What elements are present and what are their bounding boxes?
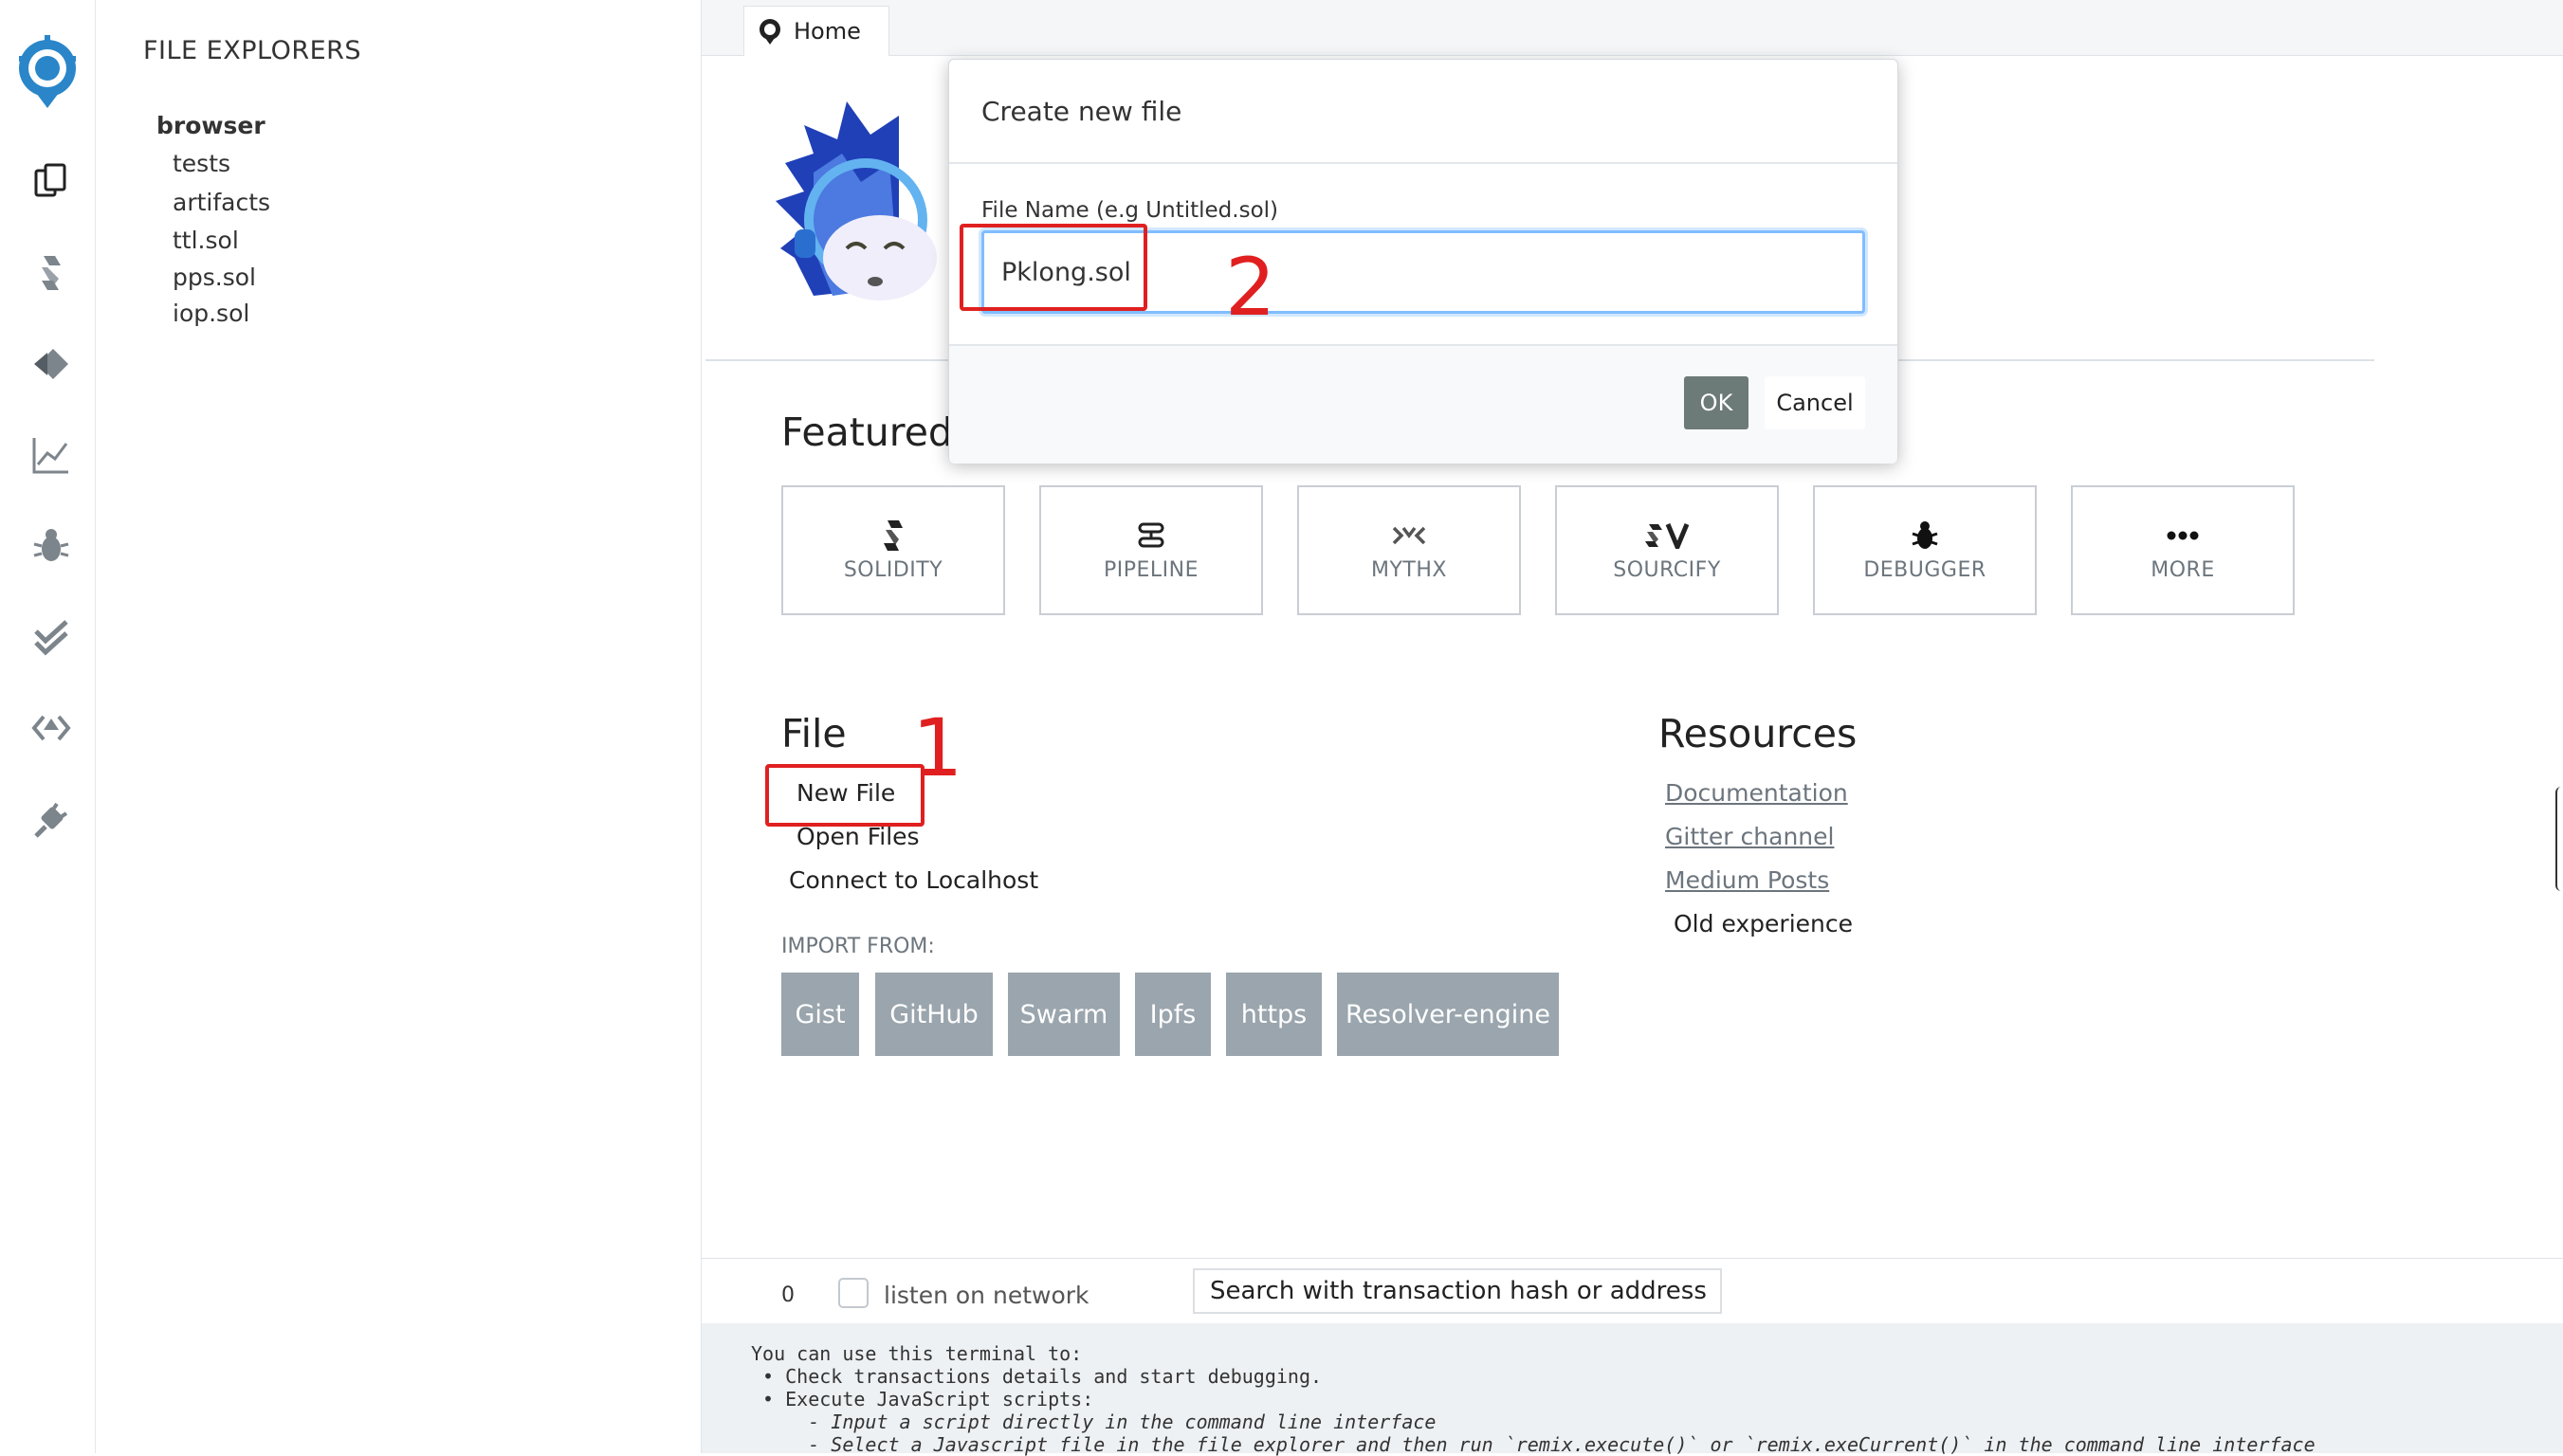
resources-title: Resources	[1658, 711, 1858, 756]
file-name-label: File Name (e.g Untitled.sol)	[981, 198, 1279, 223]
solidity-icon	[880, 519, 906, 553]
panel-resize-handle[interactable]	[2555, 787, 2561, 891]
file-explorer-panel: FILE EXPLORERS browser tests artifacts t…	[96, 0, 702, 1453]
remixd-connect-icon[interactable]	[27, 703, 76, 753]
plugin-card-sourcify[interactable]: SOURCIFY	[1555, 485, 1779, 615]
pipeline-icon	[1137, 519, 1165, 553]
import-github-button[interactable]: GitHub	[875, 973, 993, 1056]
documentation-link[interactable]: Documentation	[1665, 779, 1848, 807]
tab-bar	[702, 0, 2563, 56]
plugin-label: MORE	[2151, 558, 2215, 582]
ok-button[interactable]: OK	[1684, 376, 1748, 429]
plugin-card-pipeline[interactable]: PIPELINE	[1039, 485, 1263, 615]
plugin-label: MYTHX	[1371, 558, 1447, 582]
import-from-label: IMPORT FROM:	[781, 935, 935, 958]
annotation-step-2: 2	[1225, 241, 1276, 334]
tx-search-input[interactable]: Search with transaction hash or address	[1193, 1268, 1722, 1314]
solidity-compiler-icon[interactable]	[27, 248, 76, 298]
terminal-line: - Select a Javascript file in the file e…	[751, 1433, 2316, 1456]
plugin-card-mythx[interactable]: MYTHX	[1297, 485, 1521, 615]
tab-home-label: Home	[794, 18, 861, 45]
import-resolver-engine-button[interactable]: Resolver-engine	[1337, 973, 1559, 1056]
more-icon	[2167, 519, 2199, 553]
annotation-step-1: 1	[912, 701, 963, 794]
tree-item-file[interactable]: pps.sol	[173, 264, 256, 291]
modal-header: Create new file	[949, 60, 1897, 164]
remix-hedgehog-logo	[776, 97, 956, 307]
listen-network-label: listen on network	[884, 1282, 1089, 1309]
featured-title: Featured	[781, 410, 953, 455]
plugin-label: PIPELINE	[1103, 558, 1199, 582]
mythx-icon	[1392, 519, 1426, 553]
import-swarm-button[interactable]: Swarm	[1008, 973, 1120, 1056]
deploy-run-icon[interactable]	[27, 339, 76, 389]
remix-tab-icon	[756, 17, 784, 46]
terminal-line: - Input a script directly in the command…	[751, 1410, 1437, 1433]
terminal-output: You can use this terminal to: • Check tr…	[702, 1323, 2563, 1456]
annotation-box-file-name	[960, 224, 1147, 311]
bug-icon	[1911, 519, 1939, 553]
tree-root-browser[interactable]: browser	[156, 112, 265, 139]
modal-footer: OK Cancel	[949, 344, 1897, 464]
sourcify-icon	[1643, 519, 1691, 553]
plugin-label: SOLIDITY	[843, 558, 943, 582]
terminal-bar: 0 listen on network Search with transact…	[702, 1258, 2563, 1323]
old-experience-link[interactable]: Old experience	[1674, 910, 1853, 937]
listen-network-checkbox[interactable]	[838, 1278, 869, 1308]
tree-item-file[interactable]: ttl.sol	[173, 227, 239, 254]
tree-item-file[interactable]: iop.sol	[173, 300, 249, 327]
tx-counter: 0	[781, 1283, 795, 1307]
import-ipfs-button[interactable]: Ipfs	[1135, 973, 1211, 1056]
tree-item-folder[interactable]: tests	[173, 150, 230, 177]
plugin-card-solidity[interactable]: SOLIDITY	[781, 485, 1005, 615]
cancel-button[interactable]: Cancel	[1765, 376, 1865, 429]
plugin-card-more[interactable]: MORE	[2071, 485, 2295, 615]
import-gist-button[interactable]: Gist	[781, 973, 859, 1056]
terminal-line: You can use this terminal to:	[751, 1342, 1083, 1365]
explorer-title: FILE EXPLORERS	[143, 36, 362, 65]
debugger-bug-icon[interactable]	[27, 521, 76, 571]
analysis-chart-icon[interactable]	[27, 430, 76, 480]
file-section-title: File	[781, 711, 847, 756]
medium-posts-link[interactable]: Medium Posts	[1665, 866, 1829, 894]
plugin-label: SOURCIFY	[1613, 558, 1721, 582]
open-files-link[interactable]: Open Files	[796, 823, 920, 850]
plugin-manager-icon[interactable]	[27, 794, 76, 844]
gitter-channel-link[interactable]: Gitter channel	[1665, 823, 1834, 850]
connect-localhost-link[interactable]: Connect to Localhost	[789, 866, 1038, 894]
testing-check-icon[interactable]	[27, 612, 76, 662]
tx-search-placeholder: Search with transaction hash or address	[1210, 1277, 1707, 1305]
terminal-line: • Check transactions details and start d…	[751, 1365, 1323, 1388]
plugin-card-debugger[interactable]: DEBUGGER	[1813, 485, 2037, 615]
modal-title: Create new file	[981, 96, 1182, 127]
import-https-button[interactable]: https	[1226, 973, 1322, 1056]
tree-item-folder[interactable]: artifacts	[173, 189, 270, 216]
icon-rail	[0, 0, 96, 1453]
tab-home[interactable]: Home	[743, 6, 889, 56]
terminal-line: • Execute JavaScript scripts:	[751, 1388, 1094, 1410]
annotation-box-new-file	[765, 764, 925, 827]
file-explorer-icon[interactable]	[27, 157, 76, 207]
plugin-label: DEBUGGER	[1863, 558, 1986, 582]
remix-logo-icon[interactable]	[8, 32, 87, 112]
